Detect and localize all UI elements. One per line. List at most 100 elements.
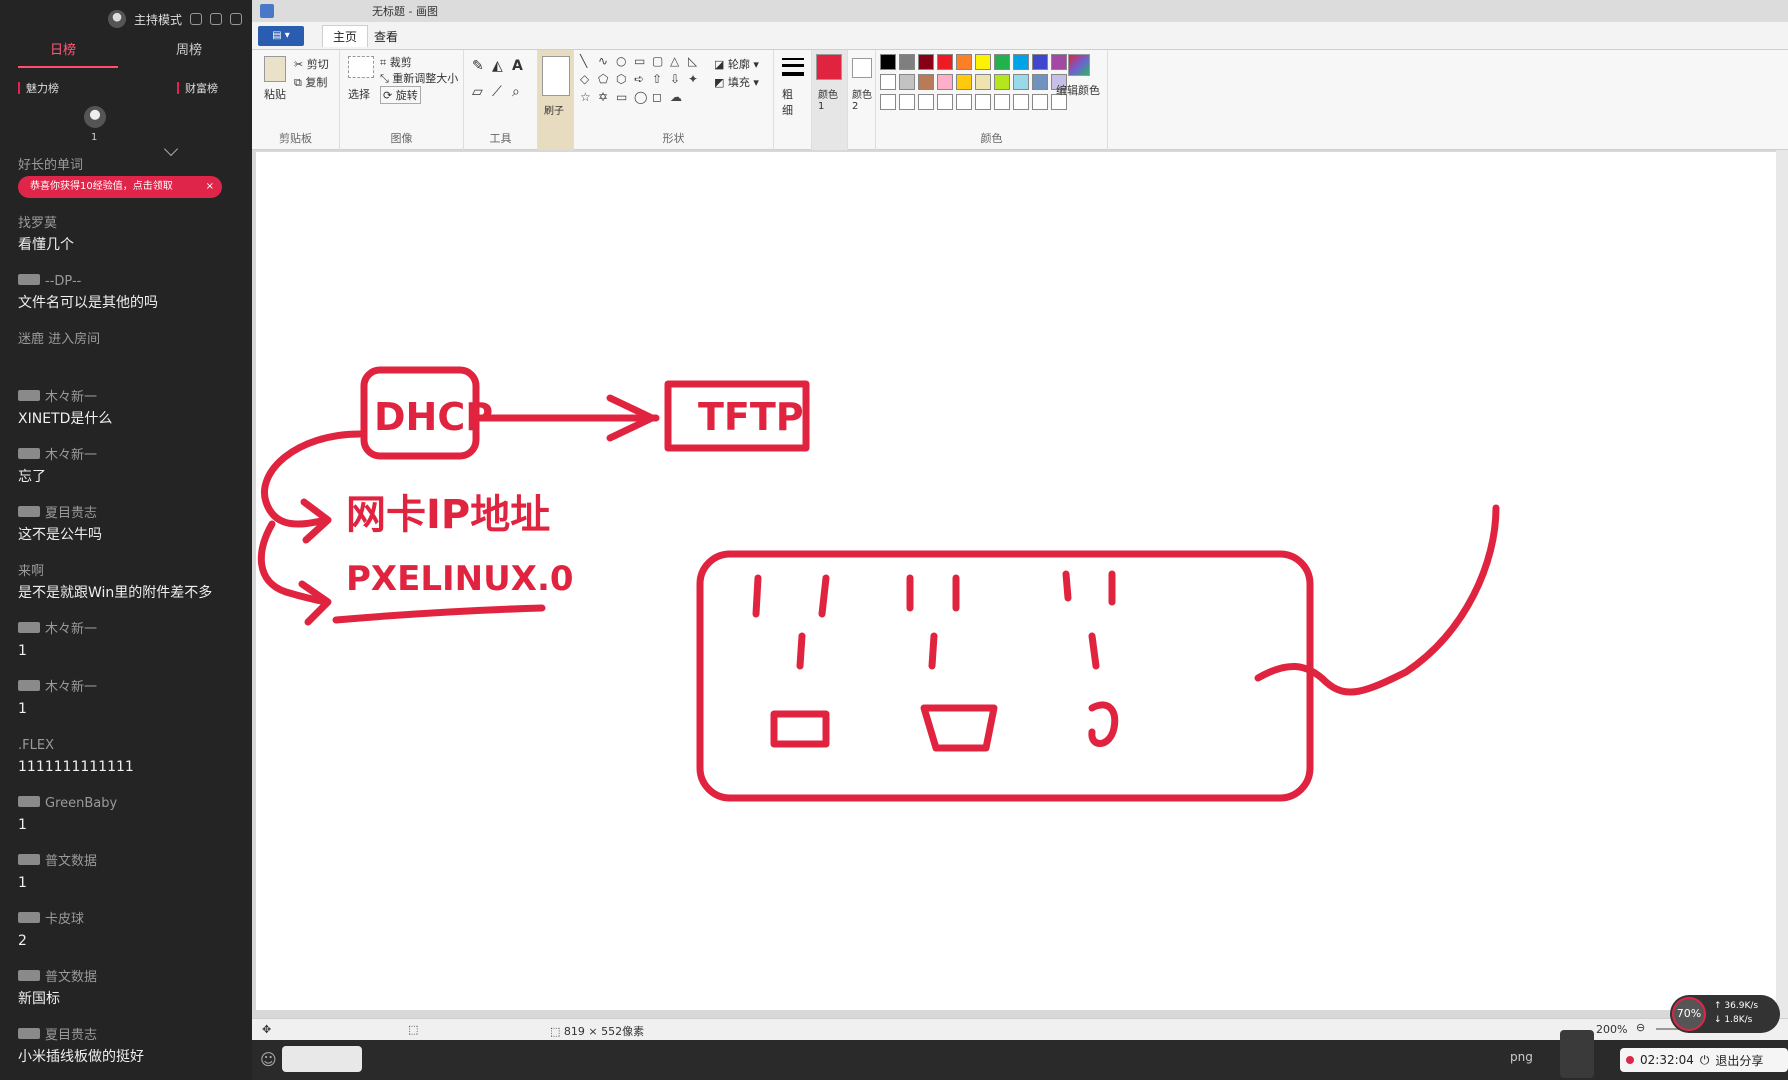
edit-colors-button[interactable]: 编辑颜色 [1056,82,1100,98]
chat-username[interactable]: 迷鹿 进入房间 [18,330,246,350]
shape-option-icon[interactable]: ◻ [652,90,662,104]
chat-username[interactable]: 夏目贵志 [18,504,246,524]
palette-swatch[interactable] [994,74,1010,90]
text-tool-icon[interactable]: A [512,58,523,74]
magnifier-icon[interactable]: ⌕ [512,84,520,100]
shape-option-icon[interactable]: ◇ [580,72,589,86]
paste-button[interactable]: 粘贴 [264,86,286,102]
color1-group[interactable]: 颜色 1 [812,50,848,150]
tab-view[interactable]: 查看 [374,28,398,45]
host-avatar[interactable] [108,10,126,28]
copy-button[interactable]: ⧉ 复制 [294,74,327,90]
edit-colors-group[interactable]: 编辑颜色 [1052,50,1108,150]
shape-option-icon[interactable]: ∿ [598,54,608,68]
chat-username[interactable]: 找罗莫 [18,214,246,234]
chat-username[interactable]: 普文数据 [18,852,246,872]
exit-share-button[interactable]: 退出分享 [1715,1052,1763,1069]
palette-swatch[interactable] [880,74,896,90]
top-fan-avatar[interactable] [84,106,106,128]
tab-daily[interactable]: 日榜 [0,38,126,68]
emoji-icon[interactable]: ☺ [260,1050,277,1069]
popout-icon[interactable] [210,13,223,25]
chat-username[interactable]: GreenBaby [18,794,246,814]
palette-swatch[interactable] [1013,54,1029,70]
chevron-down-icon[interactable] [163,141,179,157]
close-icon[interactable]: × [206,176,214,198]
chat-username[interactable]: .FLEX [18,736,246,756]
palette-swatch[interactable] [899,54,915,70]
chat-username[interactable]: 好长的单词 [18,156,246,176]
palette-swatch[interactable] [1013,74,1029,90]
chat-username[interactable]: 来啊 [18,562,246,582]
size-group[interactable]: 粗细 [774,50,812,150]
chat-username[interactable]: 夏目贵志 [18,1026,246,1046]
shape-option-icon[interactable]: ╲ [580,54,587,68]
brushes-group[interactable]: 刷子 [538,50,574,150]
palette-swatch[interactable] [975,94,991,110]
palette-swatch[interactable] [899,74,915,90]
chat-username[interactable]: --DP-- [18,272,246,292]
chat-username[interactable]: 木々新一 [18,388,246,408]
crop-button[interactable]: ⌗ 裁剪 [380,54,412,70]
palette-swatch[interactable] [994,94,1010,110]
shape-option-icon[interactable]: △ [670,54,679,68]
palette-swatch[interactable] [975,74,991,90]
cut-button[interactable]: ✂ 剪切 [294,56,329,72]
color2-group[interactable]: 颜色 2 [848,50,876,150]
palette-swatch[interactable] [937,74,953,90]
shape-option-icon[interactable]: ☁ [670,90,682,104]
shape-option-icon[interactable]: ☆ [580,90,591,104]
reward-banner[interactable]: 恭喜你获得10经验值，点击领取 × [18,176,222,198]
shape-option-icon[interactable]: ▭ [634,54,645,68]
shape-option-icon[interactable]: ◯ [634,90,647,104]
tab-wealth-rank[interactable]: 财富榜 [177,80,218,96]
chat-username[interactable]: 普文数据 [18,968,246,988]
resize-button[interactable]: ⤡ 重新调整大小 [380,70,458,86]
palette-swatch[interactable] [918,74,934,90]
shape-option-icon[interactable]: ▢ [652,54,663,68]
rotate-button[interactable]: ⟳ 旋转 [380,86,421,104]
shape-option-icon[interactable]: ✦ [688,72,698,86]
zoom-out-button[interactable]: ⊖ [1636,1021,1645,1034]
palette-swatch[interactable] [937,94,953,110]
paste-icon[interactable] [264,56,286,82]
tab-charm-rank[interactable]: 魅力榜 [18,80,59,96]
shape-option-icon[interactable]: ◺ [688,54,697,68]
chat-username[interactable]: 木々新一 [18,620,246,640]
palette-swatch[interactable] [880,94,896,110]
palette-swatch[interactable] [956,94,972,110]
power-icon[interactable]: ⏻ [1700,1053,1710,1068]
exit-icon[interactable] [230,13,243,25]
palette-swatch[interactable] [1032,94,1048,110]
eraser-icon[interactable]: ▱ [472,84,483,100]
shape-option-icon[interactable]: ⇧ [652,72,662,86]
shape-option-icon[interactable]: ⬠ [598,72,608,86]
fill-button[interactable]: ◩ 填充 ▾ [714,74,759,90]
chat-input[interactable] [282,1046,362,1072]
tab-home[interactable]: 主页 [322,25,369,47]
select-button[interactable]: 选择 [348,86,370,102]
fill-bucket-icon[interactable]: ◭ [492,58,503,74]
host-camera-thumbnail[interactable] [1560,1030,1594,1078]
palette-swatch[interactable] [956,74,972,90]
outline-button[interactable]: ◪ 轮廓 ▾ [714,56,759,72]
palette-swatch[interactable] [975,54,991,70]
tab-weekly[interactable]: 周榜 [126,38,252,68]
palette-swatch[interactable] [880,54,896,70]
vertical-scrollbar[interactable] [1776,150,1788,1018]
palette-swatch[interactable] [899,94,915,110]
host-mode-label[interactable]: 主持模式 [134,11,182,28]
palette-swatch[interactable] [1013,94,1029,110]
palette-swatch[interactable] [994,54,1010,70]
shape-option-icon[interactable]: ⬡ [616,72,626,86]
chat-username[interactable]: 卡皮球 [18,910,246,930]
settings-icon[interactable] [190,13,203,25]
pencil-icon[interactable]: ✎ [472,58,484,74]
palette-swatch[interactable] [918,54,934,70]
select-icon[interactable] [348,56,374,78]
palette-swatch[interactable] [937,54,953,70]
chat-username[interactable]: 木々新一 [18,678,246,698]
chat-username[interactable]: 木々新一 [18,446,246,466]
shape-option-icon[interactable]: ✡ [598,90,608,104]
drawing-canvas[interactable]: DHCP TFTP 网卡IP地址 PXELINUX.0 [256,152,1776,1010]
